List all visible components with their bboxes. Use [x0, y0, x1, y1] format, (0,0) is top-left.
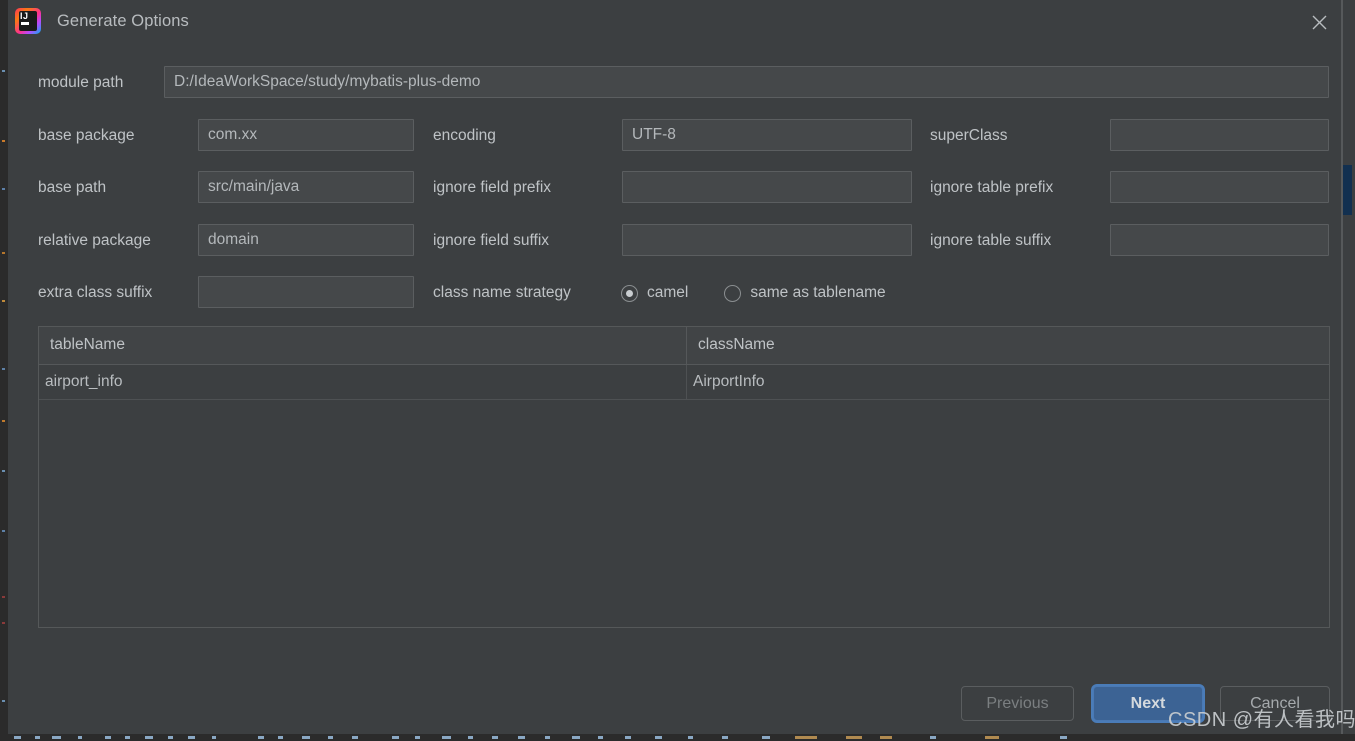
super-class-label-row: superClass — [930, 119, 1008, 153]
intellij-idea-icon: IJ — [15, 8, 41, 34]
ignore-field-prefix-input[interactable] — [622, 171, 912, 203]
base-path-label-row: base path — [38, 171, 106, 205]
base-path-label: base path — [38, 179, 107, 196]
super-class-label: superClass — [930, 127, 1008, 144]
field-row-module-path: module path — [38, 66, 123, 100]
ignore-field-suffix-input[interactable] — [622, 224, 912, 256]
super-class-input[interactable] — [1110, 119, 1329, 151]
dialog-button-bar: Previous Next Cancel — [8, 686, 1347, 730]
csdn-watermark: CSDN @有人看我吗 — [1168, 709, 1355, 731]
relative-package-input[interactable] — [198, 224, 414, 256]
radio-camel-icon[interactable] — [621, 284, 638, 302]
table-row[interactable]: airport_info AirportInfo — [39, 365, 1329, 400]
encoding-label: encoding — [433, 127, 496, 144]
base-package-label: base package — [38, 127, 135, 144]
cell-tablename[interactable]: airport_info — [39, 365, 687, 399]
radio-same-as-tablename-label: same as tablename — [750, 284, 886, 301]
base-package-input[interactable] — [198, 119, 414, 151]
dialog-title: Generate Options — [57, 11, 189, 30]
base-path-input[interactable] — [198, 171, 414, 203]
ide-scrollbar-thumb[interactable] — [1343, 165, 1352, 215]
column-header-tablename[interactable]: tableName — [39, 327, 687, 364]
class-name-strategy-label-row: class name strategy — [433, 276, 571, 310]
class-name-strategy-label: class name strategy — [433, 284, 571, 301]
ignore-table-prefix-input[interactable] — [1110, 171, 1329, 203]
ignore-table-suffix-label-row: ignore table suffix — [930, 224, 1051, 258]
ignore-table-prefix-label-row: ignore table prefix — [930, 171, 1053, 205]
cell-classname[interactable]: AirportInfo — [687, 365, 1329, 399]
extra-class-suffix-label-row: extra class suffix — [38, 276, 152, 310]
ide-scrollbar-track[interactable] — [1343, 0, 1352, 741]
generate-options-dialog: IJ Generate Options module path base pac… — [8, 0, 1347, 734]
extra-class-suffix-label: extra class suffix — [38, 284, 153, 301]
table-header-row: tableName className — [39, 327, 1329, 365]
close-icon[interactable] — [1305, 8, 1333, 36]
previous-button[interactable]: Previous — [961, 686, 1074, 721]
relative-package-label-row: relative package — [38, 224, 151, 258]
dialog-titlebar: IJ Generate Options — [8, 0, 1347, 42]
ignore-table-suffix-label: ignore table suffix — [930, 232, 1052, 249]
encoding-label-row: encoding — [433, 119, 496, 153]
ignore-field-suffix-label: ignore field suffix — [433, 232, 550, 249]
ignore-table-suffix-input[interactable] — [1110, 224, 1329, 256]
ignore-field-suffix-label-row: ignore field suffix — [433, 224, 549, 258]
relative-package-label: relative package — [38, 232, 151, 249]
base-package-label-row: base package — [38, 119, 135, 153]
module-path-input[interactable] — [164, 66, 1329, 98]
radio-option-camel[interactable]: camel — [621, 284, 688, 302]
module-path-label: module path — [38, 74, 124, 91]
ignore-table-prefix-label: ignore table prefix — [930, 179, 1054, 196]
tables-mapping-table[interactable]: tableName className airport_info Airport… — [38, 326, 1330, 628]
class-name-strategy-radio-group: camel same as tablename — [621, 276, 886, 310]
ide-bottom-edge-strip — [0, 734, 1355, 741]
radio-same-as-tablename-icon[interactable] — [724, 284, 742, 302]
ignore-field-prefix-label-row: ignore field prefix — [433, 171, 551, 205]
ignore-field-prefix-label: ignore field prefix — [433, 179, 552, 196]
encoding-input[interactable] — [622, 119, 912, 151]
column-header-classname[interactable]: className — [687, 327, 1329, 364]
ide-left-edge-strip — [0, 0, 8, 741]
radio-camel-label: camel — [647, 284, 689, 301]
extra-class-suffix-input[interactable] — [198, 276, 414, 308]
radio-option-same-as-tablename[interactable]: same as tablename — [724, 284, 886, 302]
